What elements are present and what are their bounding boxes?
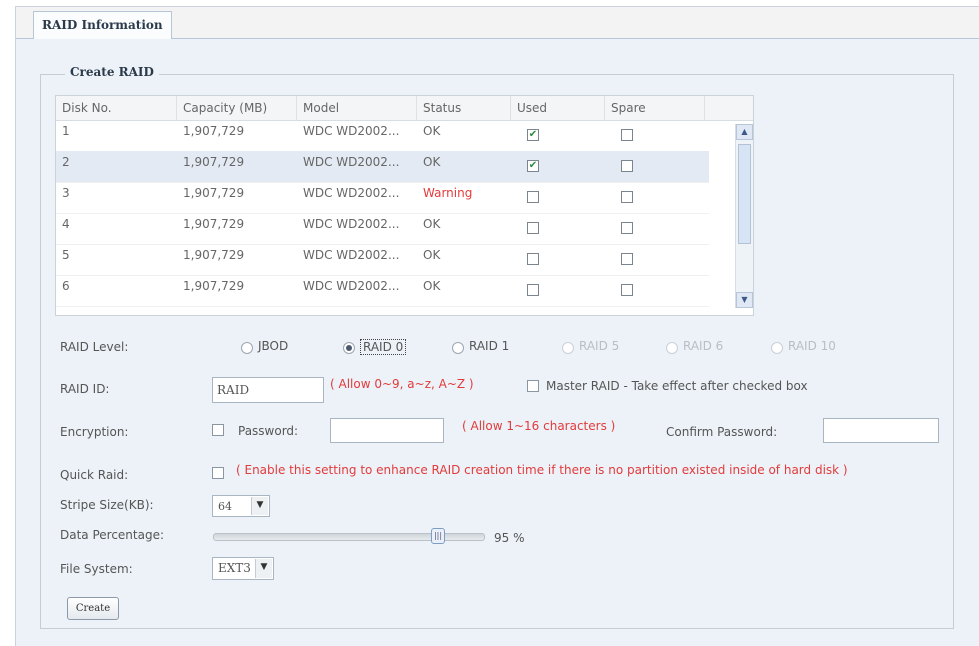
table-row[interactable]: 3 1,907,729 WDC WD2002... Warning xyxy=(56,182,709,214)
create-raid-legend: Create RAID xyxy=(65,65,159,79)
capacity-cell: 1,907,729 xyxy=(183,186,245,200)
column-header-capacity[interactable]: Capacity (MB) xyxy=(177,96,297,120)
file-system-select[interactable]: EXT3 ▼ xyxy=(212,557,274,580)
table-row[interactable]: 2 1,907,729 WDC WD2002... OK ✔ xyxy=(56,151,709,183)
spare-checkbox[interactable] xyxy=(621,129,633,141)
used-checkbox[interactable] xyxy=(527,222,539,234)
raid-level-option-label: RAID 10 xyxy=(788,339,836,353)
encryption-checkbox[interactable] xyxy=(212,424,224,436)
chevron-up-icon[interactable]: ▲ xyxy=(736,124,753,140)
encryption-label: Encryption: xyxy=(60,425,129,439)
disk-number-cell: 5 xyxy=(62,248,70,262)
status-cell: OK xyxy=(423,124,441,138)
spare-checkbox[interactable] xyxy=(621,284,633,296)
used-checkbox[interactable] xyxy=(527,284,539,296)
disk-table: Disk No. Capacity (MB) Model Status Used… xyxy=(55,95,754,316)
spare-checkbox[interactable] xyxy=(621,160,633,172)
raid-level-option-label: RAID 5 xyxy=(579,339,620,353)
model-cell: WDC WD2002... xyxy=(303,217,400,231)
create-button[interactable]: Create xyxy=(67,597,119,620)
disk-number-cell: 3 xyxy=(62,186,70,200)
raid-level-option-label: RAID 6 xyxy=(683,339,724,353)
used-checkbox[interactable]: ✔ xyxy=(527,129,539,141)
quick-raid-checkbox[interactable] xyxy=(212,467,224,479)
disk-number-cell: 2 xyxy=(62,155,70,169)
chevron-down-icon[interactable]: ▼ xyxy=(255,559,272,578)
password-label: Password: xyxy=(238,424,299,438)
status-cell: Warning xyxy=(423,186,473,200)
quick-raid-label: Quick Raid: xyxy=(60,468,129,482)
raid-level-label: RAID Level: xyxy=(60,340,129,354)
spare-checkbox[interactable] xyxy=(621,222,633,234)
disk-number-cell: 1 xyxy=(62,124,70,138)
table-row[interactable]: 6 1,907,729 WDC WD2002... OK xyxy=(56,275,709,307)
raid-level-radio xyxy=(562,342,574,354)
capacity-cell: 1,907,729 xyxy=(183,279,245,293)
model-cell: WDC WD2002... xyxy=(303,124,400,138)
model-cell: WDC WD2002... xyxy=(303,279,400,293)
table-row[interactable]: 4 1,907,729 WDC WD2002... OK xyxy=(56,213,709,245)
used-checkbox[interactable] xyxy=(527,191,539,203)
confirm-password-input[interactable] xyxy=(823,418,939,443)
raid-level-radio[interactable] xyxy=(452,342,464,354)
tab-raid-information[interactable]: RAID Information xyxy=(33,11,172,40)
status-cell: OK xyxy=(423,248,441,262)
chevron-down-icon[interactable]: ▼ xyxy=(736,292,753,308)
scrollbar-thumb[interactable] xyxy=(738,144,751,244)
chevron-down-icon[interactable]: ▼ xyxy=(251,497,268,515)
table-row[interactable]: 1 1,907,729 WDC WD2002... OK ✔ xyxy=(56,120,709,152)
data-percentage-slider-thumb[interactable]: ||| xyxy=(431,528,445,544)
file-system-value: EXT3 xyxy=(218,561,251,575)
used-checkbox[interactable]: ✔ xyxy=(527,160,539,172)
table-scrollbar[interactable]: ▲ ▼ xyxy=(735,124,753,308)
model-cell: WDC WD2002... xyxy=(303,186,400,200)
column-header-used[interactable]: Used xyxy=(511,96,605,120)
raid-id-hint: ( Allow 0~9, a~z, A~Z ) xyxy=(330,377,474,391)
status-cell: OK xyxy=(423,217,441,231)
used-checkbox[interactable] xyxy=(527,253,539,265)
disk-number-cell: 6 xyxy=(62,279,70,293)
raid-level-option-label[interactable]: RAID 1 xyxy=(469,339,509,353)
data-percentage-value: 95 % xyxy=(494,531,525,545)
raid-level-option-label[interactable]: RAID 0 xyxy=(360,339,407,355)
raid-level-radio[interactable] xyxy=(343,342,355,354)
model-cell: WDC WD2002... xyxy=(303,248,400,262)
stripe-size-label: Stripe Size(KB): xyxy=(60,498,154,512)
quick-raid-hint: ( Enable this setting to enhance RAID cr… xyxy=(236,463,848,477)
column-header-status[interactable]: Status xyxy=(417,96,511,120)
master-raid-checkbox[interactable] xyxy=(527,380,539,392)
model-cell: WDC WD2002... xyxy=(303,155,400,169)
file-system-label: File System: xyxy=(60,562,133,576)
spare-checkbox[interactable] xyxy=(621,191,633,203)
capacity-cell: 1,907,729 xyxy=(183,124,245,138)
capacity-cell: 1,907,729 xyxy=(183,217,245,231)
raid-level-radio xyxy=(771,342,783,354)
table-header: Disk No. Capacity (MB) Model Status Used… xyxy=(56,96,753,121)
raid-id-input[interactable] xyxy=(212,377,324,403)
status-cell: OK xyxy=(423,155,441,169)
column-header-model[interactable]: Model xyxy=(297,96,417,120)
stripe-size-value: 64 xyxy=(218,500,232,513)
raid-level-radio[interactable] xyxy=(241,342,253,354)
raid-level-radio xyxy=(666,342,678,354)
status-cell: OK xyxy=(423,279,441,293)
raid-id-label: RAID ID: xyxy=(60,382,110,396)
checkmark-icon: ✔ xyxy=(528,129,538,140)
checkmark-icon: ✔ xyxy=(528,160,538,171)
password-hint: ( Allow 1~16 characters ) xyxy=(462,419,616,433)
stripe-size-select[interactable]: 64 ▼ xyxy=(212,495,270,517)
column-header-spare[interactable]: Spare xyxy=(605,96,705,120)
table-row[interactable]: 5 1,907,729 WDC WD2002... OK xyxy=(56,244,709,276)
capacity-cell: 1,907,729 xyxy=(183,248,245,262)
confirm-password-label: Confirm Password: xyxy=(666,425,778,439)
spare-checkbox[interactable] xyxy=(621,253,633,265)
column-header-disk-no[interactable]: Disk No. xyxy=(56,96,177,120)
master-raid-label: Master RAID - Take effect after checked … xyxy=(546,379,808,393)
raid-level-option-label[interactable]: JBOD xyxy=(258,339,288,353)
data-percentage-label: Data Percentage: xyxy=(60,528,165,542)
password-input[interactable] xyxy=(330,418,444,443)
disk-number-cell: 4 xyxy=(62,217,70,231)
capacity-cell: 1,907,729 xyxy=(183,155,245,169)
